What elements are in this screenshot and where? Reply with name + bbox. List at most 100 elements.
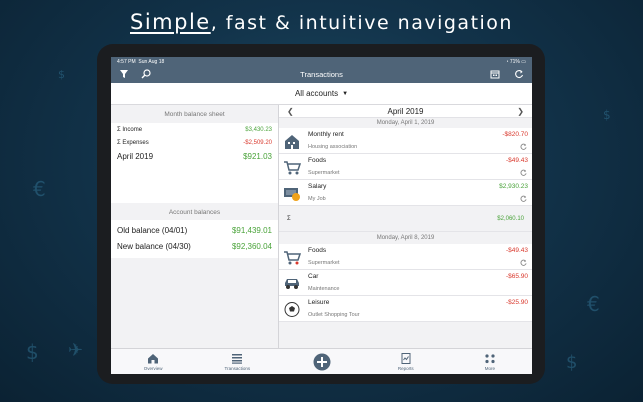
new-balance-value: $92,360.04 (231, 241, 272, 251)
transaction-name: Foods (308, 157, 327, 164)
new-balance-row: New balance (04/30) $92,360.04 (111, 238, 278, 254)
transaction-name: Car (308, 273, 319, 280)
summary-pane: Month balance sheet Σ Income $3,430.23 Σ… (111, 105, 279, 348)
month-balance-card: Σ Income $3,430.23 Σ Expenses -$2,509.20… (111, 123, 278, 203)
day-header: Monday, April 8, 2019 (279, 232, 532, 244)
income-label: Income (122, 126, 143, 133)
transaction-category: Housing association (308, 144, 358, 150)
account-selector-label: All accounts (294, 89, 339, 98)
house-icon (285, 135, 299, 149)
transaction-category: Supermarket (308, 260, 340, 266)
tab-label: Reports (397, 365, 414, 371)
dollar-deco-icon: $ (566, 352, 578, 373)
reports-icon (401, 352, 411, 364)
transaction-row[interactable]: Salary My Job $2,930.23 (279, 180, 532, 206)
old-balance-value: $91,439.01 (231, 225, 272, 235)
repeat-icon (520, 259, 527, 266)
new-balance-label: New balance (04/30) (117, 241, 191, 251)
app-screen: 4:57 PM Sun Aug 18 ◔ 71% ▭ Transactions … (111, 57, 532, 374)
add-transaction-button[interactable] (279, 349, 363, 374)
tab-label: More (484, 365, 496, 371)
dollar-deco-icon: $ (603, 108, 611, 122)
status-time: 4:57 PM (117, 58, 136, 65)
chevron-right-icon[interactable]: ❯ (517, 107, 524, 116)
day-header: Monday, April 1, 2019 (279, 118, 532, 128)
tab-transactions[interactable]: Transactions (195, 349, 279, 374)
transaction-row[interactable]: Leisure Outlet Shopping Tour -$25.90 (279, 296, 532, 322)
headline-emphasis: Simple (130, 10, 211, 34)
expenses-row: Σ Expenses -$2,509.20 (111, 136, 278, 149)
old-balance-label: Old balance (04/01) (117, 225, 188, 235)
day-sum-row: Σ $2,060.10 (279, 206, 532, 232)
filter-icon[interactable] (119, 69, 129, 79)
transaction-amount: $2,930.23 (499, 183, 528, 190)
cart-icon (284, 161, 301, 175)
transaction-row[interactable]: Monthly rent Housing association -$820.7… (279, 128, 532, 154)
tab-reports[interactable]: Reports (364, 349, 448, 374)
headline-rest: , fast & intuitive navigation (210, 12, 513, 34)
transaction-category: My Job (308, 196, 326, 202)
caret-down-icon: ▼ (342, 90, 349, 97)
income-row: Σ Income $3,430.23 (111, 123, 278, 136)
more-icon (485, 353, 495, 363)
status-bar: 4:57 PM Sun Aug 18 ◔ 71% ▭ (111, 57, 532, 66)
home-icon (148, 353, 159, 363)
account-balances-card: Old balance (04/01) $91,439.01 New balan… (111, 220, 278, 258)
account-selector[interactable]: All accounts ▼ (111, 83, 532, 105)
battery-text: 71% (509, 58, 520, 65)
day-sum-value: $2,060.10 (497, 215, 524, 222)
transaction-name: Foods (308, 247, 327, 254)
income-value: $3,430.23 (245, 126, 272, 133)
euro-deco-icon: € (33, 177, 46, 201)
account-balances-title: Account balances (168, 209, 221, 216)
tab-label: Transactions (224, 365, 251, 371)
transaction-row[interactable]: Car Maintenance -$65.90 (279, 270, 532, 296)
month-total-value: $921.03 (243, 151, 272, 161)
sigma-icon: Σ (287, 215, 291, 222)
salary-icon (284, 188, 300, 201)
wifi-icon: ◔ (505, 58, 509, 65)
transaction-amount: -$25.90 (505, 299, 528, 306)
battery-icon: ▭ (521, 58, 526, 65)
chevron-left-icon[interactable]: ❮ (287, 107, 294, 116)
transaction-amount: -$49.43 (505, 247, 528, 254)
month-total-row: April 2019 $921.03 (111, 149, 278, 165)
month-label: April 2019 (387, 106, 424, 116)
tab-label: Overview (143, 365, 163, 371)
search-icon[interactable] (141, 69, 151, 79)
transaction-name: Leisure (308, 299, 330, 306)
transactions-pane: ❮ April 2019 ❯ Monday, April 1, 2019 Mon… (279, 105, 532, 348)
list-icon (232, 353, 243, 364)
headline: Simple, fast & intuitive navigation (0, 10, 643, 34)
tab-bar: Overview Transactions Reports More (111, 348, 532, 374)
euro-deco-icon: € (587, 292, 600, 316)
month-navigator: ❮ April 2019 ❯ (279, 105, 532, 118)
car-icon (285, 279, 299, 289)
nav-bar: Transactions (111, 66, 532, 83)
expenses-value: -$2,509.20 (243, 139, 272, 146)
transaction-amount: -$65.90 (505, 273, 528, 280)
expenses-label: Expenses (122, 139, 149, 146)
cart-icon (284, 251, 301, 265)
transaction-row[interactable]: Foods Supermarket -$49.43 (279, 244, 532, 270)
transaction-category: Maintenance (308, 286, 340, 292)
month-balance-title: Month balance sheet (164, 111, 225, 118)
sigma-icon: Σ (117, 126, 121, 133)
transaction-row[interactable]: Foods Supermarket -$49.43 (279, 154, 532, 180)
calendar-icon[interactable] (490, 69, 500, 79)
old-balance-row: Old balance (04/01) $91,439.01 (111, 222, 278, 238)
tab-overview[interactable]: Overview (111, 349, 195, 374)
month-total-label: April 2019 (117, 151, 154, 161)
transaction-category: Outlet Shopping Tour (308, 312, 360, 318)
sigma-icon: Σ (117, 139, 121, 146)
sync-icon[interactable] (514, 69, 524, 79)
repeat-icon (520, 195, 527, 202)
tab-more[interactable]: More (448, 349, 532, 374)
transaction-category: Supermarket (308, 170, 340, 176)
transaction-name: Monthly rent (308, 131, 344, 138)
transaction-amount: -$49.43 (505, 157, 528, 164)
ball-icon (284, 302, 300, 317)
plane-deco-icon: ✈ (68, 340, 84, 361)
page-title: Transactions (300, 70, 343, 79)
add-icon (313, 353, 330, 370)
